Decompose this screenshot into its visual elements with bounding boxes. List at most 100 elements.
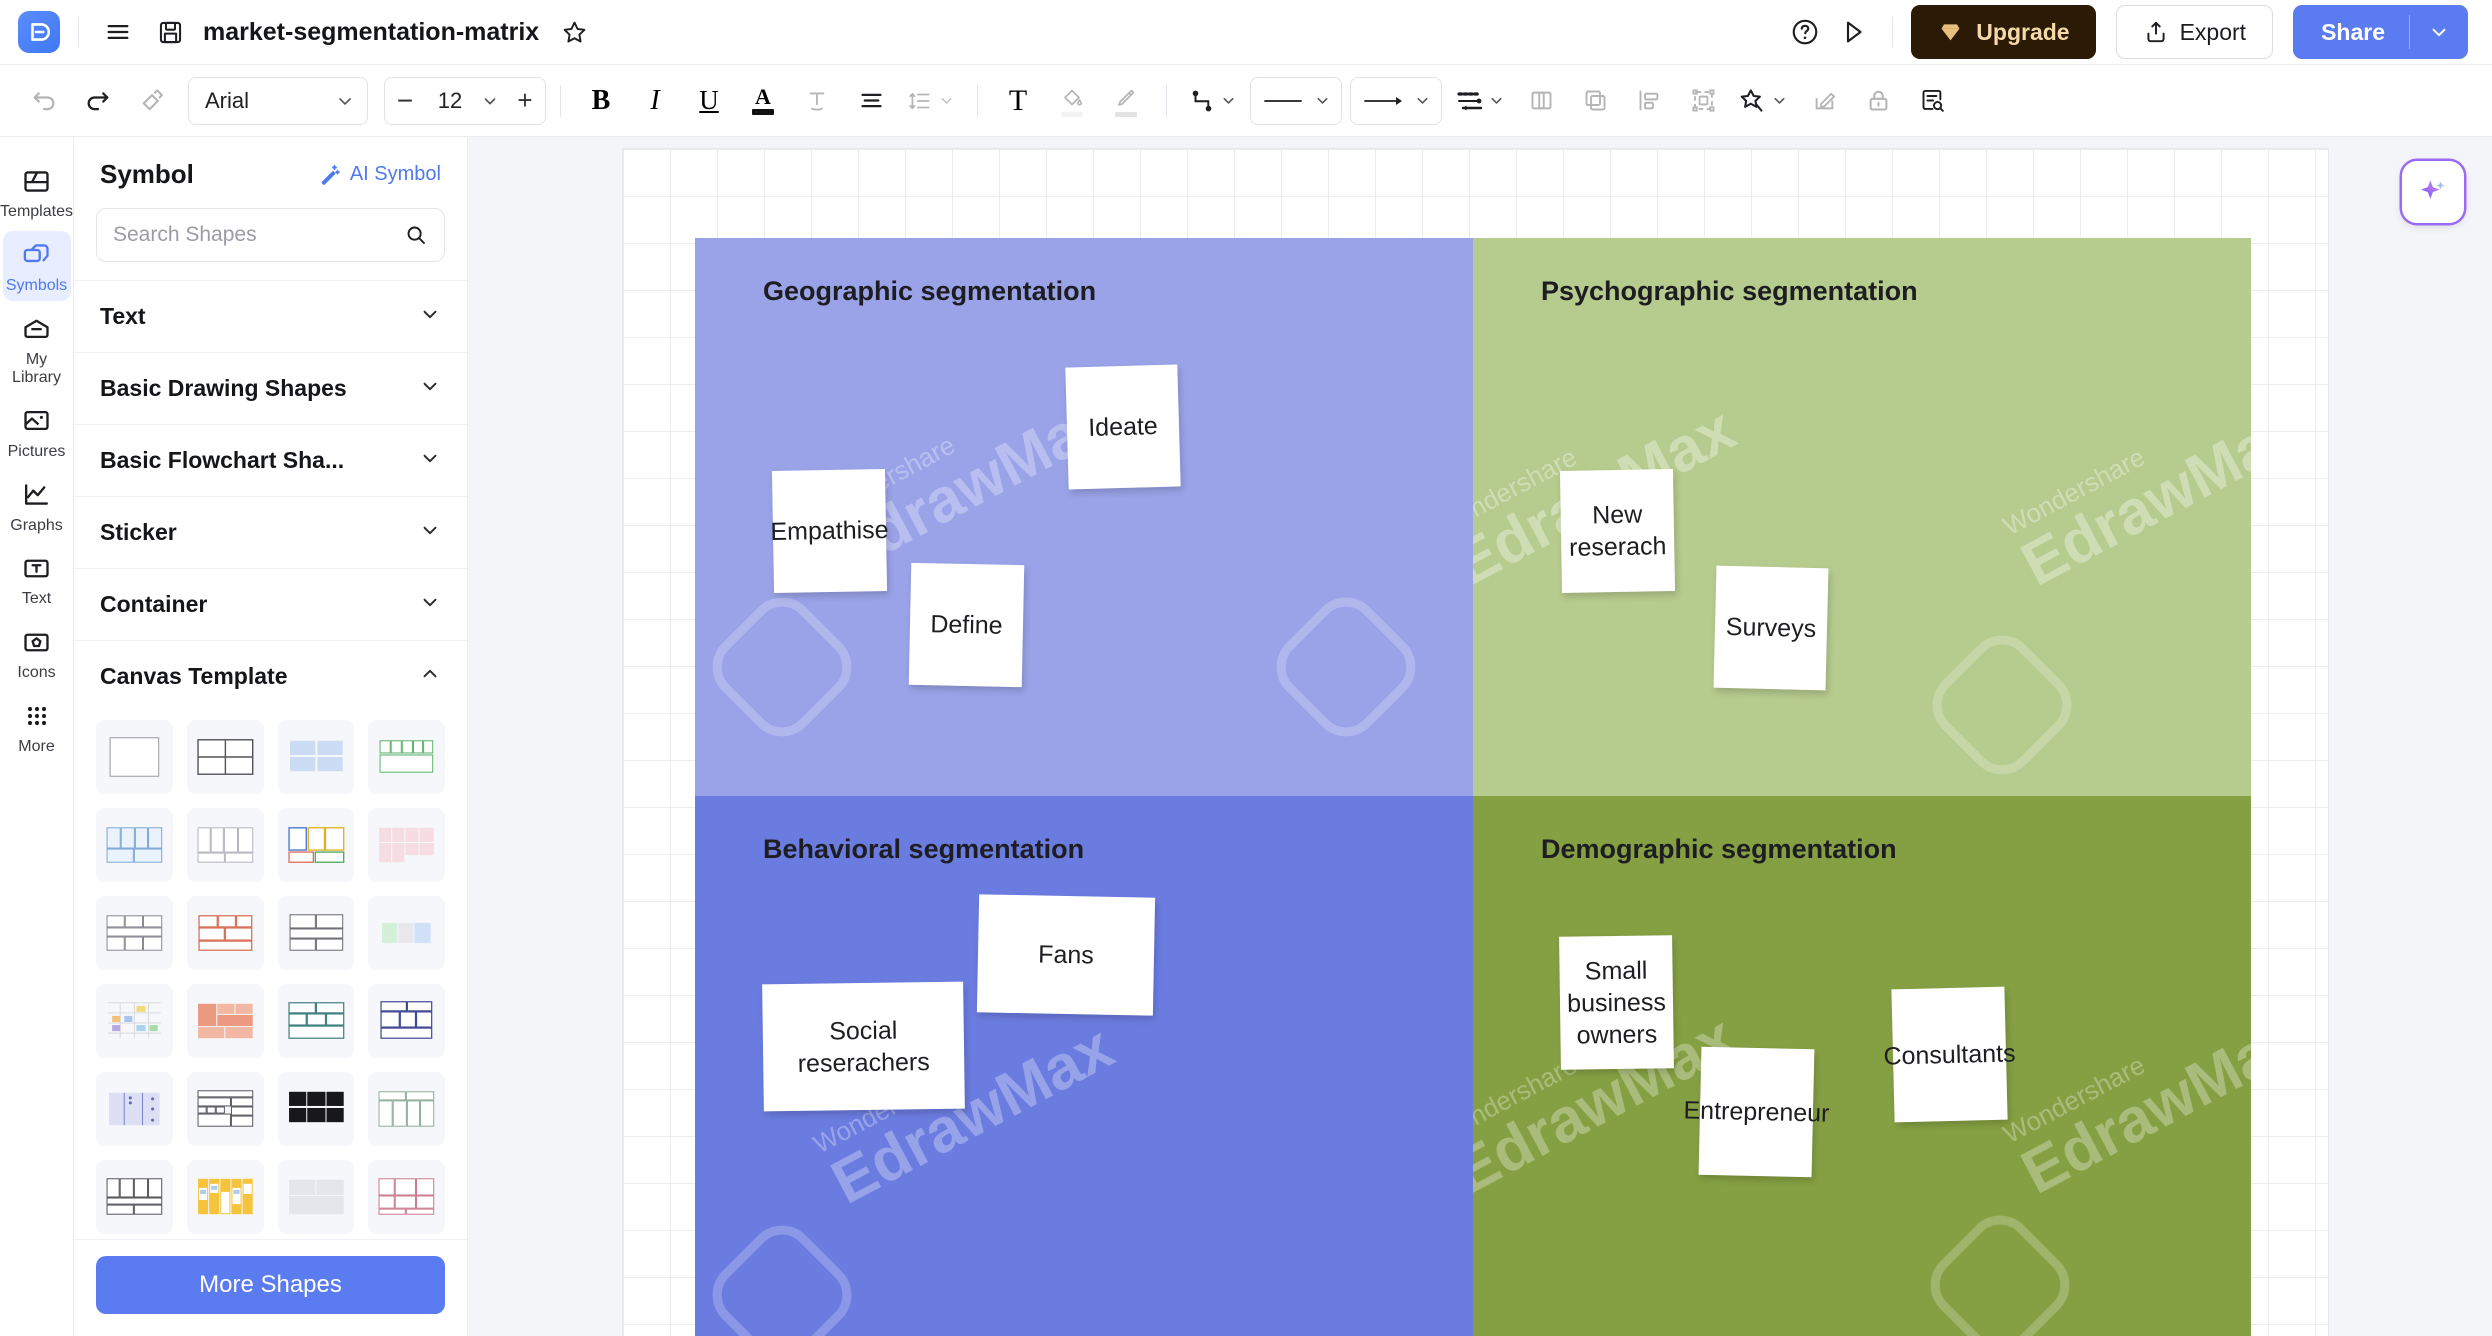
- font-size-stepper[interactable]: − 12 +: [384, 76, 546, 125]
- canvas-template-thumb[interactable]: [186, 984, 264, 1058]
- canvas-template-thumb[interactable]: [368, 720, 445, 794]
- font-color-button[interactable]: A: [737, 75, 789, 127]
- lock-icon[interactable]: [1852, 75, 1904, 127]
- section-canvas-template[interactable]: Canvas Template: [74, 640, 467, 712]
- sticky-note[interactable]: Empathise: [770, 469, 889, 593]
- canvas-template-thumb[interactable]: [96, 896, 173, 970]
- sidebar-item-pictures[interactable]: Pictures: [3, 397, 71, 467]
- edrawmax-logo-icon[interactable]: [18, 11, 60, 53]
- sidebar-item-my-library[interactable]: My Library: [3, 305, 71, 393]
- edit-pencil-icon[interactable]: [1798, 75, 1850, 127]
- canvas-template-thumb[interactable]: [277, 1072, 355, 1146]
- canvas-template-thumb[interactable]: [186, 1072, 264, 1146]
- canvas-template-thumb[interactable]: [368, 808, 445, 882]
- font-size-decrease[interactable]: −: [385, 78, 425, 124]
- align-center-icon[interactable]: [845, 75, 897, 127]
- line-width-icon[interactable]: [1447, 75, 1513, 127]
- canvas-template-thumb[interactable]: [277, 720, 355, 794]
- section-basic-flowchart-shapes[interactable]: Basic Flowchart Sha...: [74, 424, 467, 496]
- question-circle-icon[interactable]: [1784, 11, 1826, 53]
- quadrant-geographic[interactable]: WondershareEdrawMax Geographic segmentat…: [695, 238, 1473, 796]
- italic-button[interactable]: I: [629, 75, 681, 127]
- hamburger-menu-icon[interactable]: [97, 11, 139, 53]
- canvas-template-thumb[interactable]: [277, 984, 355, 1058]
- paint-bucket-icon[interactable]: [1046, 75, 1098, 127]
- format-painter-icon[interactable]: [126, 75, 178, 127]
- font-family-select[interactable]: Arial: [188, 76, 368, 125]
- canvas-template-thumb[interactable]: [186, 1160, 264, 1234]
- chevron-down-icon[interactable]: [475, 92, 505, 110]
- font-size-value[interactable]: 12: [425, 88, 475, 114]
- canvas-template-thumb[interactable]: [186, 896, 264, 970]
- canvas-template-thumb[interactable]: [368, 984, 445, 1058]
- effects-star-icon[interactable]: [1731, 75, 1796, 127]
- play-triangle-icon[interactable]: [1832, 11, 1874, 53]
- canvas-template-thumb[interactable]: [368, 896, 445, 970]
- canvas-template-thumb[interactable]: [186, 808, 264, 882]
- canvas-page[interactable]: WondershareEdrawMax Geographic segmentat…: [623, 149, 2328, 1336]
- align-objects-icon[interactable]: [1623, 75, 1675, 127]
- canvas-template-thumb[interactable]: [277, 896, 355, 970]
- connector-elbow-icon[interactable]: [1181, 75, 1245, 127]
- quadrant-psychographic[interactable]: WondershareEdrawMax WondershareEdrawMax …: [1473, 238, 2251, 796]
- section-sticker[interactable]: Sticker: [74, 496, 467, 568]
- search-input[interactable]: [113, 223, 404, 247]
- sticky-note[interactable]: Entrepreneur: [1683, 1046, 1830, 1177]
- ai-sparkle-icon[interactable]: [2402, 161, 2464, 223]
- line-style-icon[interactable]: [1250, 76, 1342, 125]
- sidebar-item-text[interactable]: Text: [3, 544, 71, 614]
- search-shapes-box[interactable]: [96, 208, 445, 262]
- export-button[interactable]: Export: [2115, 5, 2274, 59]
- save-floppy-icon[interactable]: [149, 11, 191, 53]
- underline-button[interactable]: U: [683, 75, 735, 127]
- section-basic-drawing-shapes[interactable]: Basic Drawing Shapes: [74, 352, 467, 424]
- group-objects-icon[interactable]: [1677, 75, 1729, 127]
- canvas-template-thumb[interactable]: [96, 1072, 173, 1146]
- sidebar-item-templates[interactable]: Templates: [0, 157, 73, 227]
- bring-to-front-icon[interactable]: [1515, 75, 1567, 127]
- quadrant-demographic[interactable]: Wondershare EdrawMax Wondershare EdrawMax …: [1473, 795, 2251, 1336]
- sticky-note[interactable]: New reserach: [1559, 469, 1676, 593]
- bold-button[interactable]: B: [575, 75, 627, 127]
- brush-icon[interactable]: [1100, 75, 1152, 127]
- canvas-template-thumb[interactable]: [96, 1160, 173, 1234]
- search-icon[interactable]: [404, 223, 428, 247]
- undo-arrow-icon[interactable]: [18, 75, 70, 127]
- strikethrough-icon[interactable]: [791, 75, 843, 127]
- sticky-note[interactable]: Define: [908, 562, 1025, 688]
- quadrant-behavioral[interactable]: WondershareEdrawMax Behavioral segmentat…: [695, 795, 1473, 1336]
- section-text[interactable]: Text: [74, 280, 467, 352]
- star-outline-icon[interactable]: [553, 11, 595, 53]
- sidebar-item-graphs[interactable]: Graphs: [3, 471, 71, 541]
- sticky-note[interactable]: Small business owners: [1559, 934, 1674, 1070]
- sticky-note[interactable]: Social reserachers: [762, 981, 965, 1111]
- send-to-back-icon[interactable]: [1569, 75, 1621, 127]
- sticky-note[interactable]: Ideate: [1065, 364, 1181, 490]
- sidebar-item-icons[interactable]: Icons: [3, 618, 71, 688]
- canvas-template-thumb[interactable]: [277, 1160, 355, 1234]
- canvas-template-thumb[interactable]: [186, 720, 264, 794]
- canvas-template-thumb[interactable]: [368, 1160, 445, 1234]
- text-box-button[interactable]: T: [992, 75, 1044, 127]
- line-spacing-icon[interactable]: [899, 75, 963, 127]
- redo-arrow-icon[interactable]: [72, 75, 124, 127]
- canvas-template-thumb[interactable]: [96, 720, 173, 794]
- sticky-note[interactable]: Consultants: [1883, 986, 2016, 1122]
- canvas-template-thumb[interactable]: [368, 1072, 445, 1146]
- upgrade-button[interactable]: Upgrade: [1911, 5, 2096, 59]
- arrow-style-icon[interactable]: [1350, 76, 1442, 125]
- font-size-increase[interactable]: +: [505, 78, 545, 124]
- sidebar-item-more[interactable]: More: [3, 692, 71, 762]
- canvas-template-thumb[interactable]: [96, 808, 173, 882]
- sticky-note[interactable]: Fans: [976, 893, 1156, 1016]
- canvas-template-thumb[interactable]: [277, 808, 355, 882]
- canvas-area[interactable]: WondershareEdrawMax Geographic segmentat…: [468, 137, 2492, 1336]
- share-button[interactable]: Share: [2293, 5, 2468, 59]
- sidebar-item-symbols[interactable]: Symbols: [2, 230, 71, 301]
- more-shapes-button[interactable]: More Shapes: [96, 1256, 445, 1314]
- document-search-icon[interactable]: [1906, 75, 1958, 127]
- page-title[interactable]: market-segmentation-matrix: [203, 18, 539, 47]
- chevron-down-icon[interactable]: [2410, 21, 2468, 43]
- ai-symbol-button[interactable]: AI Symbol: [318, 163, 441, 187]
- sticky-note[interactable]: Surveys: [1713, 565, 1829, 691]
